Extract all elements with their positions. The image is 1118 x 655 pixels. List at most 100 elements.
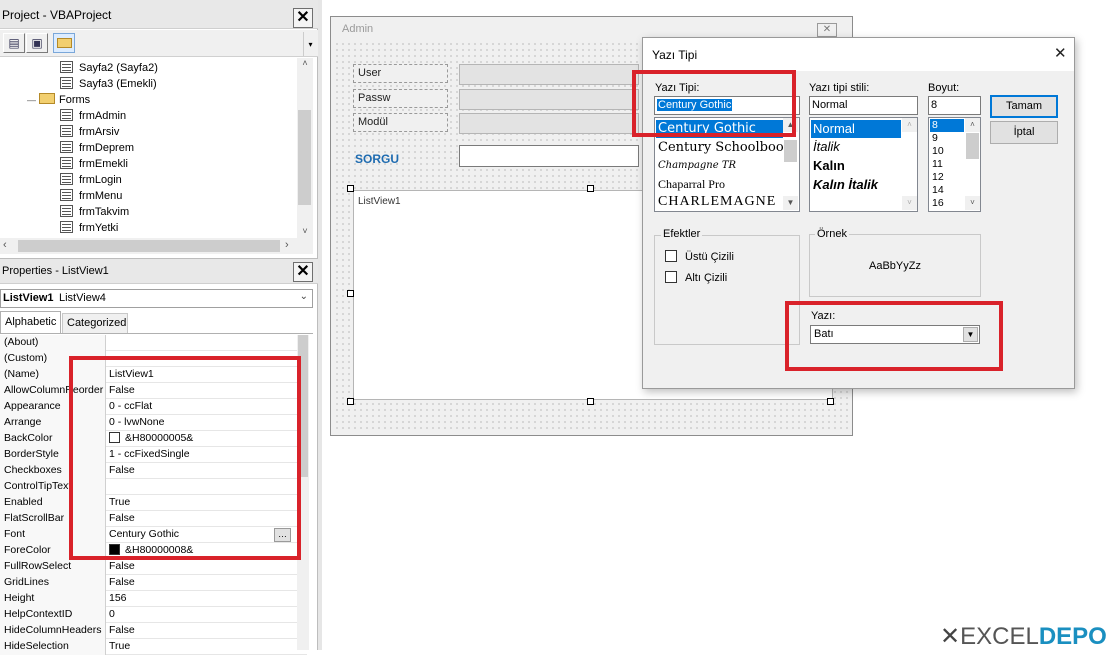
- size-option[interactable]: 10: [930, 145, 944, 158]
- project-horizontal-scrollbar[interactable]: ‹ ›: [0, 238, 313, 254]
- strikeout-checkbox[interactable]: Üstü Çizili: [665, 250, 734, 263]
- property-value[interactable]: 0: [107, 607, 293, 623]
- font-option[interactable]: CHARLEMAGNE: [656, 193, 776, 211]
- project-vertical-scrollbar[interactable]: ˄ ˅: [297, 58, 313, 238]
- userform-icon: [60, 221, 73, 233]
- scroll-thumb[interactable]: [966, 133, 979, 159]
- font-style-input[interactable]: Normal: [809, 96, 918, 115]
- scroll-thumb[interactable]: [298, 110, 311, 205]
- tree-item-sayfa2[interactable]: Sayfa2 (Sayfa2): [60, 60, 158, 76]
- font-size-input[interactable]: 8: [928, 96, 981, 115]
- sample-label: Örnek: [815, 228, 849, 240]
- font-option[interactable]: Century Schoolbook: [656, 139, 792, 157]
- size-option[interactable]: 9: [930, 132, 938, 145]
- property-value[interactable]: False: [107, 559, 293, 575]
- textbox-module[interactable]: [459, 113, 639, 134]
- font-size-label: Boyut:: [928, 82, 960, 94]
- scroll-right-icon[interactable]: ›: [285, 239, 289, 251]
- style-option[interactable]: Kalın İtalik: [811, 176, 878, 194]
- pane-splitter[interactable]: [318, 0, 322, 650]
- font-option[interactable]: Chaparral Pro: [656, 175, 725, 193]
- worksheet-icon: [60, 61, 73, 73]
- property-value[interactable]: True: [107, 639, 293, 655]
- sample-text: AaBbYyZz: [869, 260, 921, 272]
- property-row[interactable]: HideColumnHeaders False: [0, 623, 307, 639]
- scroll-down-icon[interactable]: ▼: [783, 196, 798, 210]
- property-row[interactable]: GridLines False: [0, 575, 307, 591]
- font-style-list[interactable]: Normal İtalik Kalın Kalın İtalik ˄ ˅: [809, 117, 918, 212]
- size-option[interactable]: 16: [930, 197, 944, 210]
- view-code-icon[interactable]: ▤: [3, 33, 25, 53]
- view-object-icon[interactable]: ▣: [26, 33, 48, 53]
- label-module[interactable]: Modül: [353, 113, 448, 132]
- userform-icon: [60, 205, 73, 217]
- style-option[interactable]: Normal: [811, 120, 901, 138]
- scroll-up-icon[interactable]: ˄: [902, 118, 917, 132]
- tree-item-frmadmin[interactable]: frmAdmin: [60, 108, 126, 124]
- toggle-folders-icon[interactable]: [53, 33, 75, 53]
- property-row[interactable]: FullRowSelect False: [0, 559, 307, 575]
- tab-categorized[interactable]: Categorized: [62, 313, 128, 333]
- size-option[interactable]: 14: [930, 184, 944, 197]
- resize-handle[interactable]: [587, 398, 594, 405]
- textbox-password[interactable]: [459, 89, 639, 110]
- tree-item-frmlogin[interactable]: frmLogin: [60, 172, 122, 188]
- tree-item-frmemekli[interactable]: frmEmekli: [60, 156, 128, 172]
- property-name: HelpContextID: [0, 607, 106, 623]
- property-row[interactable]: HelpContextID 0: [0, 607, 307, 623]
- tree-item-forms-folder[interactable]: — Forms: [27, 92, 90, 108]
- textbox-user[interactable]: [459, 64, 639, 85]
- tree-item-frmyetki[interactable]: frmYetki: [60, 220, 118, 236]
- tree-item-frmarsiv[interactable]: frmArsiv: [60, 124, 119, 140]
- font-option[interactable]: Champagne TR: [656, 158, 736, 174]
- scroll-down-icon[interactable]: ˅: [965, 196, 980, 210]
- project-pane-titlebar: Project - VBAProject ✕: [0, 0, 318, 29]
- font-size-list[interactable]: 8 9 10 11 12 14 16 ˄ ˅: [928, 117, 981, 212]
- property-value[interactable]: [107, 335, 293, 351]
- textbox-sorgu[interactable]: [459, 145, 639, 167]
- label-user[interactable]: User: [353, 64, 448, 83]
- label-password[interactable]: Passw: [353, 89, 448, 108]
- property-row[interactable]: HideSelection True: [0, 639, 307, 655]
- project-toolbar: ▤ ▣ ▾: [0, 30, 318, 57]
- scroll-left-icon[interactable]: ‹: [3, 239, 7, 251]
- chevron-down-icon: ⌄: [299, 291, 308, 302]
- underline-checkbox[interactable]: Altı Çizili: [665, 271, 727, 284]
- tree-item-frmdeprem[interactable]: frmDeprem: [60, 140, 134, 156]
- object-selector-dropdown[interactable]: ListView1 ListView4 ⌄: [0, 289, 313, 308]
- form-close-icon[interactable]: ✕: [817, 23, 837, 37]
- tab-alphabetic[interactable]: Alphabetic: [0, 311, 61, 333]
- resize-handle[interactable]: [347, 398, 354, 405]
- project-close-icon[interactable]: ✕: [293, 8, 313, 28]
- tree-item-frmmenu[interactable]: frmMenu: [60, 188, 122, 204]
- userform-icon: [60, 189, 73, 201]
- cancel-button[interactable]: İptal: [990, 121, 1058, 144]
- tree-item-frmtakvim[interactable]: frmTakvim: [60, 204, 129, 220]
- font-dialog-title: Yazı Tipi: [652, 48, 698, 62]
- toolbar-scroll[interactable]: ▾: [303, 32, 317, 56]
- property-row[interactable]: Height 156: [0, 591, 307, 607]
- style-option[interactable]: İtalik: [811, 138, 840, 156]
- dialog-close-icon[interactable]: ✕: [1054, 44, 1067, 62]
- scroll-down-icon[interactable]: ˅: [902, 196, 917, 210]
- size-option[interactable]: 11: [930, 158, 943, 171]
- resize-handle[interactable]: [587, 185, 594, 192]
- property-value[interactable]: False: [107, 623, 293, 639]
- size-option[interactable]: 8: [930, 119, 964, 132]
- property-row[interactable]: (About): [0, 335, 307, 351]
- properties-close-icon[interactable]: ✕: [293, 262, 313, 282]
- resize-handle[interactable]: [827, 398, 834, 405]
- property-value[interactable]: 156: [107, 591, 293, 607]
- label-sorgu[interactable]: SORGU: [355, 152, 399, 166]
- scroll-thumb[interactable]: [18, 240, 280, 252]
- tree-item-sayfa3[interactable]: Sayfa3 (Emekli): [60, 76, 157, 92]
- size-option[interactable]: 12: [930, 171, 944, 184]
- property-value[interactable]: False: [107, 575, 293, 591]
- scroll-up-icon[interactable]: ˄: [965, 118, 980, 132]
- style-option[interactable]: Kalın: [811, 157, 845, 175]
- ok-button[interactable]: Tamam: [990, 95, 1058, 118]
- resize-handle[interactable]: [347, 290, 354, 297]
- scroll-thumb[interactable]: [784, 140, 797, 162]
- userform-icon: [60, 173, 73, 185]
- resize-handle[interactable]: [347, 185, 354, 192]
